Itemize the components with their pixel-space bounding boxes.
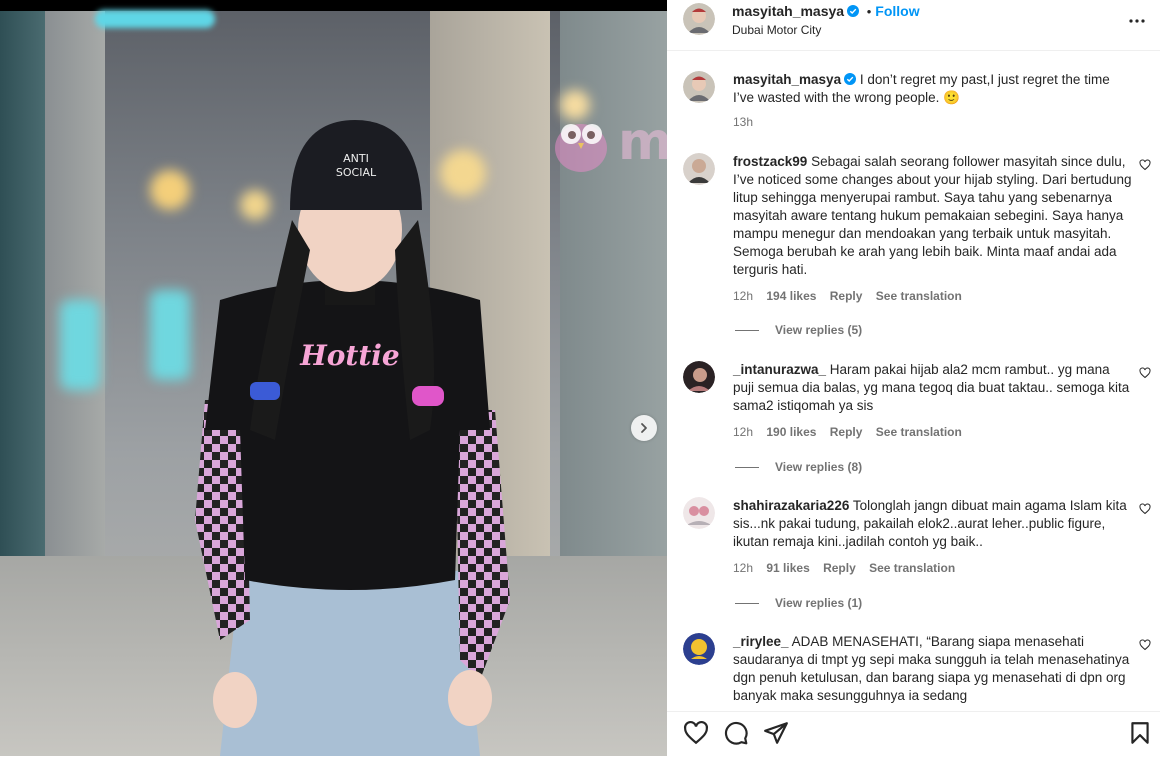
comment-item: _rirylee_ ADAB MENASEHATI, “Barang siapa…	[683, 633, 1153, 711]
post-action-bar	[667, 711, 1160, 757]
heart-icon[interactable]	[683, 720, 709, 746]
watermark-text: murai	[618, 112, 667, 172]
svg-text:Hottie: Hottie	[299, 339, 399, 372]
replies-divider	[735, 603, 759, 605]
comment-username[interactable]: frostzack99	[733, 154, 807, 169]
comment-text-block: shahirazakaria226 Tolonglah jangn dibuat…	[733, 497, 1133, 551]
comment-username[interactable]: _intanurazwa_	[733, 362, 826, 377]
comment-username[interactable]: _rirylee_	[733, 634, 789, 649]
comment-text: ADAB MENASEHATI, “Barang siapa menasehat…	[733, 634, 1130, 703]
post-author-username[interactable]: masyitah_masya	[732, 3, 844, 19]
caption-time[interactable]: 13h	[733, 115, 753, 129]
next-photo-button[interactable]	[631, 415, 657, 441]
comment-icon[interactable]	[723, 720, 749, 746]
send-icon[interactable]	[763, 720, 789, 746]
comment-text: Sebagai salah seorang follower masyitah …	[733, 154, 1132, 277]
see-translation-button[interactable]: See translation	[876, 289, 962, 303]
avatar[interactable]	[683, 361, 715, 393]
view-replies-label: View replies (1)	[775, 596, 863, 610]
more-options-button[interactable]	[1128, 12, 1146, 35]
avatar[interactable]	[683, 153, 715, 185]
heart-icon[interactable]	[1139, 639, 1151, 651]
bokeh-light	[95, 10, 215, 28]
comment-meta: 12h 190 likes Reply See translation	[733, 425, 972, 439]
comment-likes[interactable]: 190 likes	[766, 425, 816, 439]
comment-text-block: _intanurazwa_ Haram pakai hijab ala2 mcm…	[733, 361, 1133, 415]
comment-likes[interactable]: 91 likes	[766, 561, 809, 575]
heart-icon[interactable]	[1139, 503, 1151, 515]
reply-button[interactable]: Reply	[830, 425, 863, 439]
reply-button[interactable]: Reply	[830, 289, 863, 303]
view-replies-label: View replies (5)	[775, 323, 863, 337]
watermark-owl-icon	[555, 124, 607, 172]
more-options-icon	[1129, 19, 1145, 23]
avatar[interactable]	[683, 71, 715, 103]
avatar[interactable]	[683, 3, 715, 35]
comment-username[interactable]: shahirazakaria226	[733, 498, 849, 513]
svg-text:SOCIAL: SOCIAL	[336, 166, 377, 179]
bookmark-icon[interactable]	[1127, 720, 1153, 746]
follow-button[interactable]: Follow	[875, 3, 919, 19]
verified-badge-icon	[844, 73, 857, 85]
see-translation-button[interactable]: See translation	[869, 561, 955, 575]
bokeh-light	[60, 300, 100, 390]
instagram-post-modal: ANTI SOCIAL Hottie murai	[0, 0, 1160, 756]
caption-text-block: masyitah_masya I don’t regret my past,I …	[733, 71, 1133, 107]
caption-meta: 13h	[733, 115, 763, 129]
comment-likes[interactable]: 194 likes	[766, 289, 816, 303]
view-replies-button[interactable]: View replies (8)	[735, 460, 862, 474]
heart-icon[interactable]	[1139, 367, 1151, 379]
header-user-line: masyitah_masya • Follow	[732, 3, 920, 19]
comment-item: frostzack99 Sebagai salah seorang follow…	[683, 153, 1153, 343]
post-caption: masyitah_masya I don’t regret my past,I …	[683, 71, 1153, 151]
view-replies-button[interactable]: View replies (5)	[735, 323, 862, 337]
avatar[interactable]	[683, 633, 715, 665]
verified-badge-icon	[847, 5, 860, 17]
comment-text-block: _rirylee_ ADAB MENASEHATI, “Barang siapa…	[733, 633, 1133, 705]
comment-time[interactable]: 12h	[733, 289, 753, 303]
chevron-right-icon	[641, 423, 647, 433]
comment-item: shahirazakaria226 Tolonglah jangn dibuat…	[683, 497, 1153, 617]
comment-meta: 12h 91 likes Reply See translation	[733, 561, 965, 575]
comment-meta: 12h 194 likes Reply See translation	[733, 289, 972, 303]
post-location[interactable]: Dubai Motor City	[732, 23, 821, 37]
photo-top-bar	[0, 0, 667, 11]
view-replies-button[interactable]: View replies (1)	[735, 596, 862, 610]
comment-item: _intanurazwa_ Haram pakai hijab ala2 mcm…	[683, 361, 1153, 481]
post-header: masyitah_masya • Follow Dubai Motor City	[667, 0, 1160, 51]
heart-icon[interactable]	[1139, 159, 1151, 171]
replies-divider	[735, 467, 759, 469]
comment-text-block: frostzack99 Sebagai salah seorang follow…	[733, 153, 1133, 279]
comment-time[interactable]: 12h	[733, 561, 753, 575]
view-replies-label: View replies (8)	[775, 460, 863, 474]
see-translation-button[interactable]: See translation	[876, 425, 962, 439]
reply-button[interactable]: Reply	[823, 561, 856, 575]
post-photo: ANTI SOCIAL Hottie murai	[0, 0, 667, 756]
comment-time[interactable]: 12h	[733, 425, 753, 439]
caption-username[interactable]: masyitah_masya	[733, 72, 841, 87]
separator-dot: •	[866, 4, 872, 19]
person-figure: ANTI SOCIAL Hottie	[195, 120, 510, 756]
replies-divider	[735, 330, 759, 332]
avatar[interactable]	[683, 497, 715, 529]
post-sidebar: masyitah_masya • Follow Dubai Motor City …	[667, 0, 1160, 756]
comments-list[interactable]: masyitah_masya I don’t regret my past,I …	[667, 51, 1160, 711]
svg-text:ANTI: ANTI	[343, 152, 369, 165]
